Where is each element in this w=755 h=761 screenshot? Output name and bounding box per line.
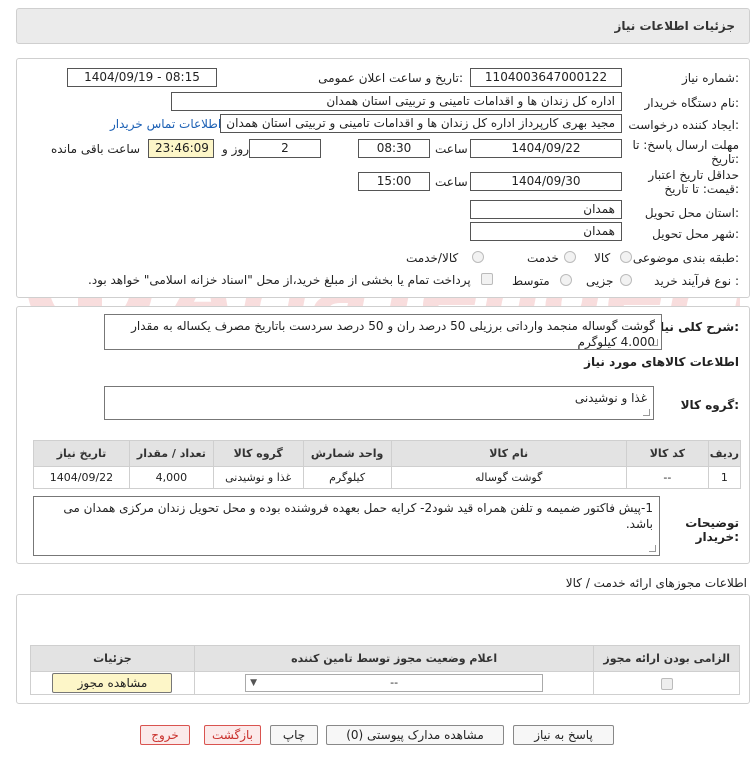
summary-textarea[interactable]: گوشت گوساله منجمد وارداتی برزیلی 50 درصد… — [104, 314, 662, 350]
exit-button[interactable]: خروج — [140, 725, 190, 745]
reply-button[interactable]: پاسخ به نیاز — [513, 725, 614, 745]
requester-label: ایجاد کننده درخواست: — [628, 118, 739, 132]
days-field: 2 — [249, 139, 321, 158]
col-code: کد کالا — [625, 440, 709, 467]
table-row: 1 -- گوشت گوساله کیلوگرم غذا و نوشیدنی 4… — [33, 466, 742, 489]
col-name: نام کالا — [390, 440, 627, 467]
deadline-time-field: 08:30 — [358, 139, 430, 158]
validity-time-label: ساعت — [435, 175, 468, 189]
deadline-label-2: تاریخ: — [711, 152, 739, 166]
table-row: -- ▼ مشاهده مجوز — [30, 671, 740, 695]
validity-label-2: قیمت: تا تاریخ: — [664, 182, 739, 196]
cell-group: غذا و نوشیدنی — [212, 466, 304, 489]
col-details: جزئیات — [30, 645, 195, 672]
deadline-date-field: 1404/09/22 — [470, 139, 622, 158]
payment-note: پرداخت تمام یا بخشی از مبلغ خرید،از محل … — [88, 273, 471, 287]
deadline-time-label: ساعت — [435, 142, 468, 156]
radio-minor[interactable] — [620, 274, 632, 286]
radio-service[interactable] — [564, 251, 576, 263]
permits-table: الزامی بودن ارائه مجوز اعلام وضعیت مجوز … — [30, 645, 740, 695]
cell-status: -- ▼ — [193, 671, 595, 695]
cell-qty: 4,000 — [128, 466, 214, 489]
cell-details: مشاهده مجوز — [30, 671, 195, 695]
need-number-label: شماره نیاز: — [681, 71, 739, 85]
city-label: شهر محل تحویل: — [652, 227, 739, 241]
province-label: استان محل تحویل: — [644, 206, 739, 220]
col-group: گروه کالا — [212, 440, 304, 467]
goods-table-header: ردیف کد کالا نام کالا واحد شمارش گروه کا… — [33, 440, 742, 467]
permit-status-value: -- — [390, 676, 399, 689]
radio-minor-label: جزیی — [586, 274, 614, 288]
radio-medium[interactable] — [560, 274, 572, 286]
page-header: جزئیات اطلاعات نیاز — [16, 8, 750, 44]
col-row: ردیف — [707, 440, 742, 467]
validity-time-field: 15:00 — [358, 172, 430, 191]
col-required: الزامی بودن ارائه مجوز — [593, 645, 740, 672]
treasury-checkbox[interactable] — [481, 273, 493, 285]
chevron-down-icon: ▼ — [250, 678, 258, 688]
category-label: طبقه بندی موضوعی: — [632, 251, 739, 265]
buyer-field: اداره کل زندان ها و اقدامات تامینی و ترب… — [171, 92, 622, 111]
goods-group-label: گروه کالا: — [680, 398, 739, 412]
view-permit-button[interactable]: مشاهده مجوز — [52, 673, 173, 693]
goods-section-title: اطلاعات کالاهای مورد نیاز — [584, 355, 739, 369]
summary-label: شرح کلی نیاز: — [653, 320, 739, 334]
col-qty: تعداد / مقدار — [128, 440, 214, 467]
validity-date-field: 1404/09/30 — [470, 172, 622, 191]
goods-group-value: غذا و نوشیدنی — [574, 391, 647, 405]
radio-goods-label: کالا — [594, 251, 611, 265]
days-label: روز و — [222, 142, 249, 156]
page-title: جزئیات اطلاعات نیاز — [614, 19, 735, 33]
remaining-label: ساعت باقی مانده — [51, 142, 141, 156]
contact-buyer-link[interactable]: اطلاعات تماس خریدار — [110, 117, 221, 131]
cell-date: 1404/09/22 — [33, 466, 130, 489]
radio-medium-label: متوسط — [512, 274, 550, 288]
print-button[interactable]: چاپ — [270, 725, 318, 745]
permits-title: اطلاعات مجوزهای ارائه خدمت / کالا — [565, 576, 747, 590]
cell-row: 1 — [707, 466, 742, 489]
radio-goods-service[interactable] — [472, 251, 484, 263]
col-date: تاریخ نیاز — [33, 440, 130, 467]
cell-required — [593, 671, 740, 695]
cell-name: گوشت گوساله — [390, 466, 627, 489]
radio-goods-service-label: کالا/خدمت — [406, 251, 459, 265]
cell-code: -- — [625, 466, 709, 489]
permit-status-select[interactable]: -- ▼ — [245, 674, 544, 692]
permits-table-header: الزامی بودن ارائه مجوز اعلام وضعیت مجوز … — [30, 645, 740, 672]
remaining-time-field: 23:46:09 — [148, 139, 214, 158]
requester-field: مجید بهری کارپرداز اداره کل زندان ها و ا… — [220, 114, 622, 133]
announce-field: 1404/09/19 - 08:15 — [67, 68, 217, 87]
col-status: اعلام وضعیت مجوز توسط تامین کننده — [193, 645, 595, 672]
col-unit: واحد شمارش — [302, 440, 392, 467]
attachments-button[interactable]: مشاهده مدارک پیوستی (0) — [326, 725, 504, 745]
validity-label-1: حداقل تاریخ اعتبار — [648, 168, 739, 182]
deadline-label-1: مهلت ارسال پاسخ: تا — [632, 138, 739, 152]
summary-text: گوشت گوساله منجمد وارداتی برزیلی 50 درصد… — [131, 319, 655, 349]
back-button[interactable]: بازگشت — [204, 725, 261, 745]
province-field: همدان — [470, 200, 622, 219]
need-number-field: 1104003647000122 — [470, 68, 622, 87]
buyer-notes-text: 1-پیش فاکتور ضمیمه و تلفن همراه قید شود2… — [63, 501, 653, 531]
radio-goods[interactable] — [620, 251, 632, 263]
buyer-notes-label-1: توضیحات — [685, 516, 739, 530]
radio-service-label: خدمت — [527, 251, 559, 265]
goods-table: ردیف کد کالا نام کالا واحد شمارش گروه کا… — [33, 440, 742, 489]
buyer-label: نام دستگاه خریدار: — [644, 96, 740, 110]
buyer-notes-label-2: خریدار: — [695, 530, 739, 544]
required-checkbox[interactable] — [660, 677, 673, 690]
announce-label: تاریخ و ساعت اعلان عمومی: — [318, 71, 463, 85]
process-label: نوع فرآیند خرید : — [654, 274, 739, 288]
cell-unit: کیلوگرم — [302, 466, 392, 489]
city-field: همدان — [470, 222, 622, 241]
goods-group-textarea[interactable]: غذا و نوشیدنی — [104, 386, 654, 420]
buyer-notes-textarea[interactable]: 1-پیش فاکتور ضمیمه و تلفن همراه قید شود2… — [33, 496, 660, 556]
